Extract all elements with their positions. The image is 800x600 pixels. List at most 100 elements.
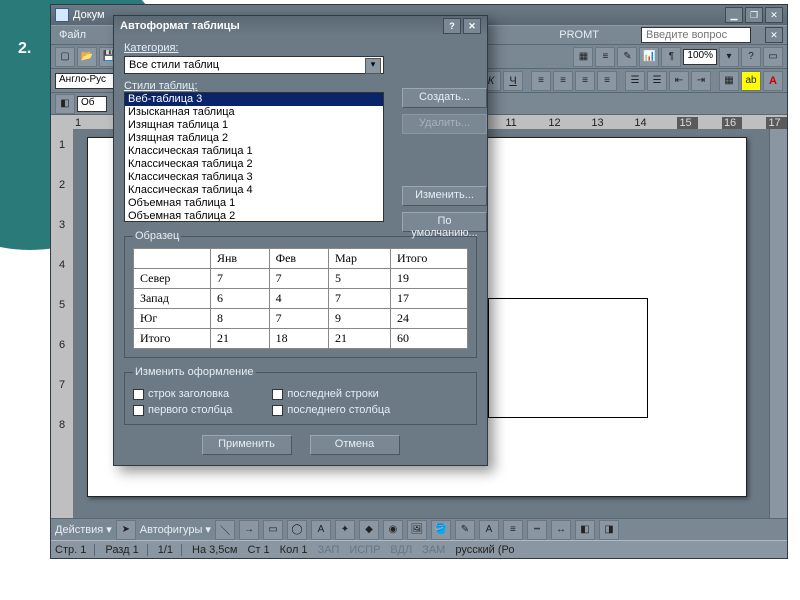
indent-button[interactable]: ⇥: [691, 71, 711, 91]
preview-cell: Итого: [134, 329, 211, 349]
select-arrow-icon[interactable]: ➤: [116, 520, 136, 540]
drawing-button[interactable]: ✎: [617, 47, 637, 67]
chk-last-row-label: последней строки: [287, 388, 378, 400]
fill-color-icon[interactable]: 🪣: [431, 520, 451, 540]
chk-last-row[interactable]: последней строки: [272, 388, 390, 400]
menu-promt[interactable]: PROMT: [555, 27, 603, 43]
default-style-button[interactable]: По умолчанию...: [402, 212, 487, 232]
status-col: Кол 1: [280, 544, 308, 556]
minimize-button[interactable]: ▁: [725, 7, 743, 23]
wordart-icon[interactable]: ✦: [335, 520, 355, 540]
preview-cell: 19: [391, 269, 468, 289]
preview-cell: Запад: [134, 289, 211, 309]
page-rectangle-shape[interactable]: [488, 298, 648, 418]
arrow-icon[interactable]: →: [239, 520, 259, 540]
chk-last-col[interactable]: последнего столбца: [272, 404, 390, 416]
highlight-button[interactable]: ab: [741, 71, 761, 91]
cancel-button[interactable]: Отмена: [310, 435, 400, 455]
doc-close-button[interactable]: ✕: [765, 27, 783, 43]
outdent-button[interactable]: ⇤: [669, 71, 689, 91]
chk-first-col[interactable]: первого столбца: [133, 404, 232, 416]
dialog-titlebar[interactable]: Автоформат таблицы ? ✕: [114, 16, 487, 36]
preview-cell: 8: [210, 309, 269, 329]
help-search-input[interactable]: [641, 27, 751, 43]
read-button[interactable]: ▭: [763, 47, 783, 67]
preview-cell: 7: [269, 269, 328, 289]
chart-button[interactable]: 📊: [639, 47, 659, 67]
font-color2-icon[interactable]: A: [479, 520, 499, 540]
align-center-button[interactable]: ≡: [553, 71, 573, 91]
apply-button[interactable]: Применить: [202, 435, 292, 455]
chk-header-row[interactable]: строк заголовка: [133, 388, 232, 400]
vertical-scrollbar[interactable]: [769, 129, 787, 518]
close-button[interactable]: ✕: [765, 7, 783, 23]
oval-icon[interactable]: ◯: [287, 520, 307, 540]
style-list-item[interactable]: Классическая таблица 1: [125, 145, 383, 158]
dialog-help-button[interactable]: ?: [443, 18, 461, 34]
styles-listbox[interactable]: Веб-таблица 3Изысканная таблицаИзящная т…: [124, 92, 384, 222]
preview-header-cell: Янв: [210, 249, 269, 269]
new-doc-button[interactable]: ▢: [55, 47, 75, 67]
line-style-icon[interactable]: ≡: [503, 520, 523, 540]
clipart-icon[interactable]: ◉: [383, 520, 403, 540]
style-list-item[interactable]: Изысканная таблица: [125, 106, 383, 119]
arrow-style-icon[interactable]: ↔: [551, 520, 571, 540]
zoom-dropdown-icon[interactable]: ▾: [719, 47, 739, 67]
design-label: Изменить оформление: [133, 366, 256, 378]
dash-style-icon[interactable]: ┅: [527, 520, 547, 540]
app-title: Докум: [73, 9, 105, 21]
style-list-item[interactable]: Объемная таблица 1: [125, 197, 383, 210]
shadow-icon[interactable]: ◧: [575, 520, 595, 540]
preview-cell: 4: [269, 289, 328, 309]
actions-menu[interactable]: Действия ▾: [55, 523, 112, 536]
style-list-item[interactable]: Изящная таблица 1: [125, 119, 383, 132]
status-section: Разд 1: [105, 544, 147, 556]
border-button[interactable]: ▦: [719, 71, 739, 91]
category-combo[interactable]: Все стили таблиц: [124, 56, 384, 74]
font-color-button[interactable]: A: [763, 71, 783, 91]
align-left-button[interactable]: ≡: [531, 71, 551, 91]
line-icon[interactable]: ＼: [215, 520, 235, 540]
drawing-toolbar: Действия ▾ ➤ Автофигуры ▾ ＼ → ▭ ◯ A ✦ ◆ …: [51, 518, 787, 540]
align-right-button[interactable]: ≡: [575, 71, 595, 91]
line-color-icon[interactable]: ✎: [455, 520, 475, 540]
new-style-button[interactable]: Создать...: [402, 88, 487, 108]
style-list-item[interactable]: Классическая таблица 3: [125, 171, 383, 184]
bullets-button[interactable]: ☰: [647, 71, 667, 91]
preview-cell: 9: [328, 309, 390, 329]
underline-button[interactable]: Ч: [503, 71, 523, 91]
table-button[interactable]: ▦: [573, 47, 593, 67]
rect-icon[interactable]: ▭: [263, 520, 283, 540]
diagram-icon[interactable]: ◆: [359, 520, 379, 540]
open-button[interactable]: 📂: [77, 47, 97, 67]
style-list-item[interactable]: Классическая таблица 2: [125, 158, 383, 171]
show-para-button[interactable]: ¶: [661, 47, 681, 67]
autoformat-table-dialog: Автоформат таблицы ? ✕ Категория: Все ст…: [113, 15, 488, 466]
numbering-button[interactable]: ☰: [625, 71, 645, 91]
status-ispr: ИСПР: [349, 544, 380, 556]
style-list-item[interactable]: Объемная таблица 2: [125, 210, 383, 222]
menu-file[interactable]: Файл: [55, 27, 90, 43]
restore-button[interactable]: ❐: [745, 7, 763, 23]
vertical-ruler[interactable]: 12345678: [51, 129, 73, 518]
style-combo[interactable]: Об: [77, 96, 107, 112]
zoom-combo[interactable]: 100%: [683, 49, 717, 65]
3d-icon[interactable]: ◨: [599, 520, 619, 540]
preview-cell: 24: [391, 309, 468, 329]
picture-icon[interactable]: 🖼: [407, 520, 427, 540]
help-button[interactable]: ?: [741, 47, 761, 67]
textbox-icon[interactable]: A: [311, 520, 331, 540]
style-list-item[interactable]: Классическая таблица 4: [125, 184, 383, 197]
columns-button[interactable]: ≡: [595, 47, 615, 67]
modify-style-button[interactable]: Изменить...: [402, 186, 487, 206]
preview-header-cell: Мар: [328, 249, 390, 269]
category-label: Категория:: [124, 42, 477, 54]
preview-cell: 21: [328, 329, 390, 349]
dialog-title: Автоформат таблицы: [120, 20, 240, 32]
outline-btn[interactable]: ◧: [55, 94, 75, 114]
style-list-item[interactable]: Изящная таблица 2: [125, 132, 383, 145]
justify-button[interactable]: ≡: [597, 71, 617, 91]
style-list-item[interactable]: Веб-таблица 3: [125, 93, 383, 106]
autoshapes-menu[interactable]: Автофигуры ▾: [140, 523, 211, 536]
dialog-close-button[interactable]: ✕: [463, 18, 481, 34]
